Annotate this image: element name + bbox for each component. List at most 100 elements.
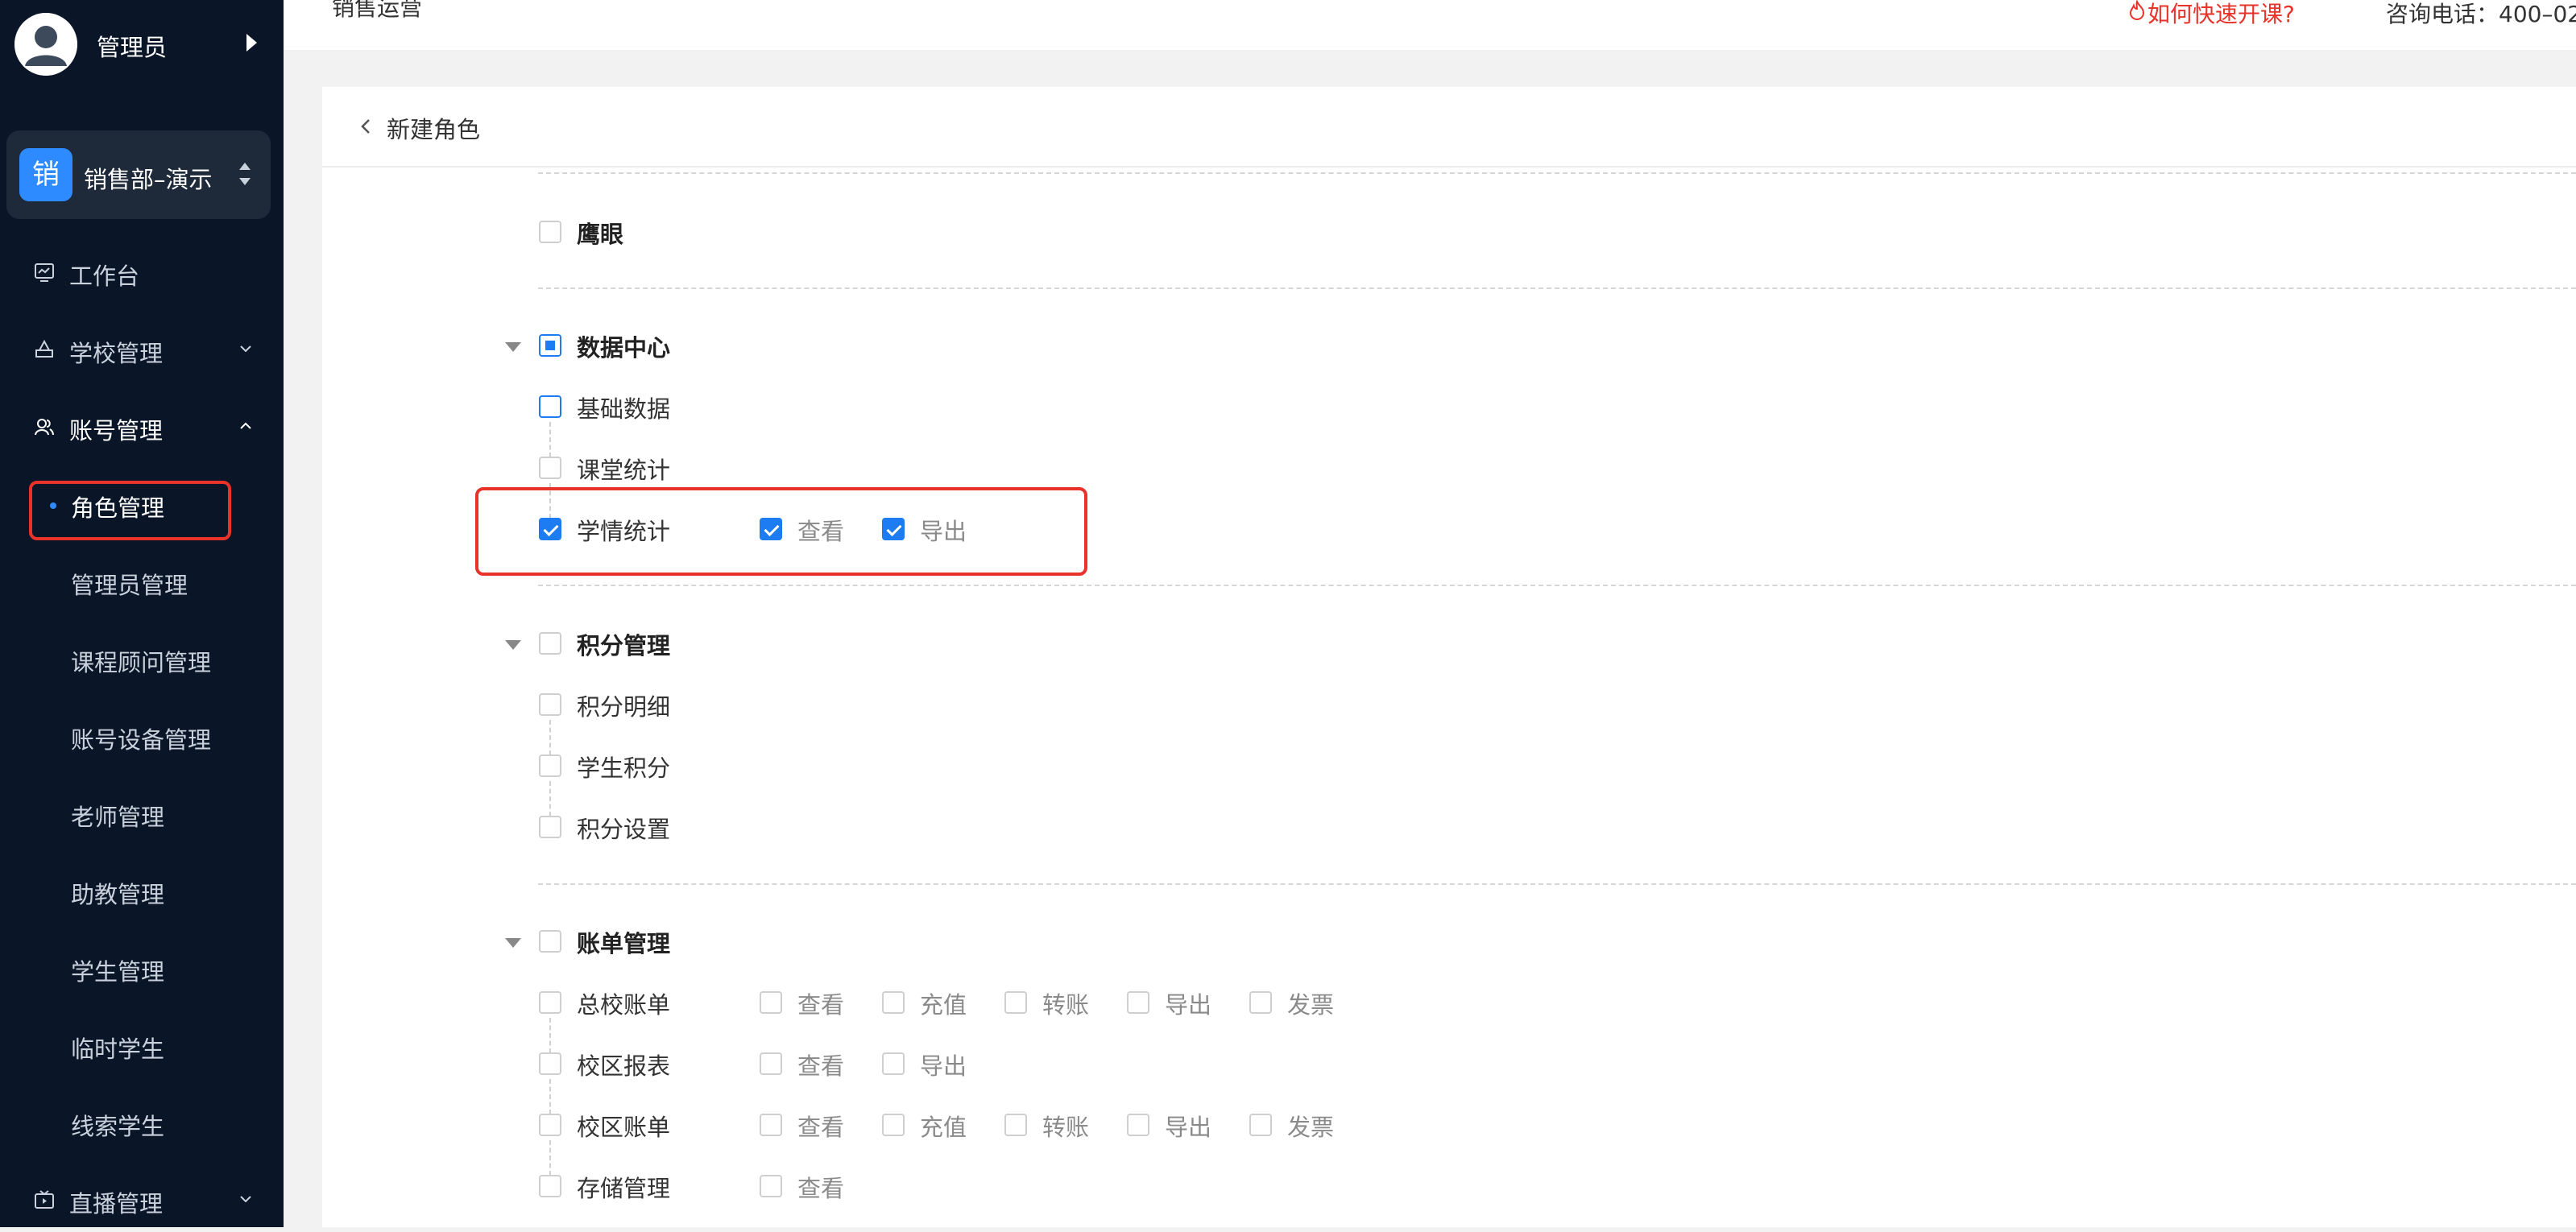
checkbox-points-detail[interactable] — [539, 693, 561, 716]
org-badge: 销 — [19, 148, 72, 201]
checkbox-data-center[interactable] — [539, 334, 561, 357]
sub-item-device[interactable]: 账号设备管理 — [0, 704, 284, 768]
tree-connector — [549, 720, 551, 755]
user-avatar-icon — [14, 13, 77, 76]
sub-item-label: 助教管理 — [71, 881, 165, 908]
checkbox-hq-recharge[interactable] — [882, 991, 905, 1014]
checkbox-hq-view[interactable] — [760, 991, 782, 1014]
perm-points: 积分管理 — [577, 632, 671, 659]
divider — [538, 172, 2576, 174]
divider — [538, 883, 2576, 885]
nav-workbench[interactable]: 工作台 — [0, 240, 284, 304]
checkbox-report-view[interactable] — [760, 1052, 782, 1075]
checkbox-storage[interactable] — [539, 1175, 561, 1197]
checkbox-learning-stats[interactable] — [539, 518, 561, 540]
caret-down-icon[interactable] — [505, 342, 521, 352]
nav-account[interactable]: 账号管理 — [0, 395, 284, 459]
action-view: 查看 — [797, 1175, 845, 1202]
school-icon — [35, 339, 53, 358]
sub-item-assistant[interactable]: 助教管理 — [0, 858, 284, 923]
tree-connector — [549, 1140, 551, 1176]
monitor-icon — [35, 263, 54, 282]
chevron-down-icon — [240, 345, 251, 353]
perm-campus-bill: 校区账单 — [577, 1114, 671, 1141]
panel-header: 新建角色 — [322, 87, 2576, 167]
tree-connector — [549, 781, 551, 817]
checkbox-campus-invoice[interactable] — [1249, 1114, 1272, 1136]
page-title: 新建角色 — [387, 116, 481, 143]
nav-school[interactable]: 学校管理 — [0, 317, 284, 382]
sub-item-label: 课程顾问管理 — [71, 649, 212, 676]
checkbox-campus-export[interactable] — [1127, 1114, 1149, 1136]
checkbox-hq-bill[interactable] — [539, 991, 561, 1014]
org-name: 销售部–演示 — [84, 166, 213, 193]
checkbox-class-stats[interactable] — [539, 457, 561, 479]
action-transfer: 转账 — [1042, 991, 1090, 1019]
checkbox-campus-recharge[interactable] — [882, 1114, 905, 1136]
checkbox-learning-view[interactable] — [760, 518, 782, 540]
checkbox-hq-export[interactable] — [1127, 991, 1149, 1014]
user-menu[interactable]: 管理员 — [0, 0, 284, 90]
sub-item-label: 老师管理 — [71, 804, 165, 831]
sub-item-label: 学生管理 — [71, 958, 165, 986]
sort-icon — [237, 161, 253, 188]
tree-connector — [549, 422, 551, 457]
nav-workbench-label: 工作台 — [69, 263, 140, 290]
sub-item-consultant[interactable]: 课程顾问管理 — [0, 626, 284, 691]
action-export: 导出 — [1165, 1114, 1212, 1141]
checkbox-student-points[interactable] — [539, 754, 561, 777]
active-dot — [50, 502, 56, 509]
sub-item-student[interactable]: 学生管理 — [0, 936, 284, 1000]
sub-item-lead-student[interactable]: 线索学生 — [0, 1090, 284, 1155]
divider — [538, 287, 2576, 289]
sub-item-teacher[interactable]: 老师管理 — [0, 781, 284, 845]
checkbox-hq-transfer[interactable] — [1004, 991, 1027, 1014]
checkbox-eagle-eye[interactable] — [539, 221, 561, 243]
checkbox-hq-invoice[interactable] — [1249, 991, 1272, 1014]
nav-account-label: 账号管理 — [69, 417, 164, 444]
tree-connector — [549, 483, 551, 519]
nav-live[interactable]: 直播管理 — [0, 1168, 284, 1232]
chevron-left-icon[interactable] — [359, 118, 372, 135]
help-link[interactable]: 如何快速开课? — [2147, 0, 2295, 29]
caret-down-icon[interactable] — [505, 640, 521, 650]
action-view: 查看 — [797, 1114, 845, 1141]
nav-live-label: 直播管理 — [69, 1190, 164, 1218]
sub-item-admin[interactable]: 管理员管理 — [0, 549, 284, 614]
checkbox-points-settings[interactable] — [539, 816, 561, 838]
sub-item-label: 临时学生 — [71, 1036, 165, 1063]
perm-points-settings: 积分设置 — [577, 816, 671, 843]
action-recharge: 充值 — [920, 991, 967, 1019]
checkbox-storage-view[interactable] — [760, 1175, 782, 1197]
action-export: 导出 — [920, 518, 967, 545]
checkbox-points[interactable] — [539, 632, 561, 655]
checkbox-campus-bill[interactable] — [539, 1114, 561, 1136]
sub-item-temp-student[interactable]: 临时学生 — [0, 1013, 284, 1077]
perm-data-center: 数据中心 — [577, 334, 671, 362]
sub-item-label: 线索学生 — [71, 1113, 165, 1140]
action-view: 查看 — [797, 518, 845, 545]
checkbox-campus-view[interactable] — [760, 1114, 782, 1136]
action-recharge: 充值 — [920, 1114, 967, 1141]
users-icon — [35, 419, 54, 436]
sub-item-label: 账号设备管理 — [71, 726, 212, 754]
caret-right-icon — [246, 34, 257, 52]
nav-school-label: 学校管理 — [69, 340, 164, 367]
checkbox-campus-report[interactable] — [539, 1052, 561, 1075]
phone-text: 咨询电话：400–02 — [2386, 1, 2576, 27]
action-export: 导出 — [920, 1052, 967, 1080]
checkbox-basic-data[interactable] — [539, 395, 561, 418]
caret-down-icon[interactable] — [505, 938, 521, 948]
sub-item-label: 角色管理 — [71, 494, 165, 522]
checkbox-billing[interactable] — [539, 930, 561, 953]
perm-class-stats: 课堂统计 — [577, 457, 671, 484]
perm-hq-bill: 总校账单 — [577, 991, 671, 1019]
action-transfer: 转账 — [1042, 1114, 1090, 1141]
top-bar: 销售运营 如何快速开课? 咨询电话：400–02 — [284, 0, 2576, 50]
checkbox-learning-export[interactable] — [882, 518, 905, 540]
org-switcher[interactable]: 销 销售部–演示 — [6, 130, 271, 219]
tree-connector — [549, 1079, 551, 1114]
checkbox-campus-transfer[interactable] — [1004, 1114, 1027, 1136]
checkbox-report-export[interactable] — [882, 1052, 905, 1075]
sub-item-role[interactable]: 角色管理 — [0, 472, 284, 536]
